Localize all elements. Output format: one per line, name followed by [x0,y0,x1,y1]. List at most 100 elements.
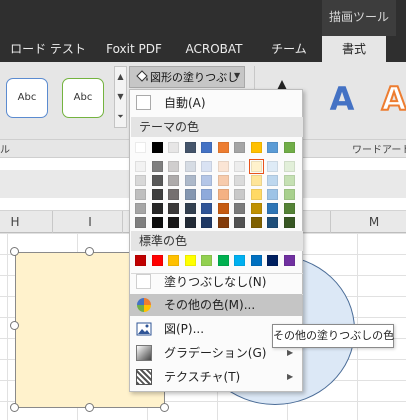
theme-shade-swatch[interactable] [218,217,229,228]
theme-shade-swatch[interactable] [284,203,295,214]
shape-fill-button[interactable]: 図形の塗りつぶし ▼ [129,66,245,88]
theme-shade-swatch[interactable] [168,161,179,172]
tab-acrobat[interactable]: ACROBAT [178,36,250,62]
theme-shade-swatch[interactable] [234,161,245,172]
theme-shade-swatch[interactable] [135,175,146,186]
theme-color-swatch[interactable] [201,142,212,153]
column-header[interactable]: M [344,211,404,233]
resize-handle[interactable] [85,403,94,412]
theme-shade-swatch[interactable] [267,175,278,186]
resize-handle[interactable] [160,403,169,412]
theme-shade-swatch[interactable] [185,203,196,214]
theme-shade-swatch[interactable] [284,161,295,172]
theme-shade-swatch[interactable] [201,217,212,228]
theme-shade-swatch[interactable] [201,161,212,172]
wordart-style-blue[interactable]: A [322,74,362,124]
standard-color-swatch[interactable] [168,255,179,266]
theme-color-swatch[interactable] [234,142,245,153]
tab-format[interactable]: 書式 [322,36,386,62]
theme-color-swatch[interactable] [218,142,229,153]
menu-item-no-fill[interactable]: 塗りつぶしなし(N) [130,271,302,293]
theme-shade-swatch[interactable] [251,175,262,186]
theme-shade-swatch[interactable] [284,189,295,200]
theme-shade-swatch[interactable] [152,189,163,200]
tab-load-test[interactable]: ロード テスト [8,36,88,62]
theme-shade-swatch[interactable] [234,203,245,214]
theme-shade-swatch[interactable] [152,217,163,228]
theme-shade-swatch[interactable] [218,175,229,186]
theme-shade-swatch[interactable] [185,217,196,228]
theme-shade-swatch[interactable] [284,217,295,228]
theme-shade-swatch[interactable] [234,189,245,200]
theme-shade-swatch[interactable] [185,175,196,186]
standard-color-swatch[interactable] [135,255,146,266]
gallery-more-icon[interactable]: ⏷ [115,107,126,127]
theme-shade-swatch[interactable] [249,159,264,174]
theme-color-swatch[interactable] [135,142,146,153]
column-divider[interactable] [330,211,331,233]
theme-shade-swatch[interactable] [135,161,146,172]
theme-shade-swatch[interactable] [152,175,163,186]
theme-color-swatch[interactable] [168,142,179,153]
theme-color-swatch[interactable] [284,142,295,153]
theme-shade-swatch[interactable] [135,217,146,228]
wordart-style-orange[interactable]: A [374,74,406,124]
column-divider[interactable] [52,211,53,233]
theme-shade-swatch[interactable] [135,203,146,214]
theme-shade-swatch[interactable] [218,203,229,214]
theme-shade-swatch[interactable] [135,189,146,200]
resize-handle[interactable] [10,247,19,256]
column-header[interactable]: H [0,211,30,233]
shape-style-swatch[interactable]: Abc [6,78,48,118]
shape-style-swatch[interactable]: Abc [62,78,104,118]
standard-color-swatch[interactable] [234,255,245,266]
theme-shade-swatch[interactable] [251,203,262,214]
standard-color-swatch[interactable] [201,255,212,266]
standard-color-swatch[interactable] [152,255,163,266]
theme-shade-swatch[interactable] [185,189,196,200]
theme-color-swatch[interactable] [251,142,262,153]
tab-foxit-pdf[interactable]: Foxit PDF [98,36,170,62]
standard-color-swatch[interactable] [267,255,278,266]
column-header[interactable]: I [60,211,120,233]
theme-shade-swatch[interactable] [168,203,179,214]
theme-shade-swatch[interactable] [201,203,212,214]
theme-shade-swatch[interactable] [152,203,163,214]
theme-shade-swatch[interactable] [267,203,278,214]
resize-handle[interactable] [85,247,94,256]
theme-shade-swatch[interactable] [267,189,278,200]
theme-shade-swatch[interactable] [267,217,278,228]
theme-color-swatch[interactable] [185,142,196,153]
menu-item-automatic[interactable]: 自動(A) [130,92,302,114]
theme-shade-swatch[interactable] [234,217,245,228]
theme-shade-swatch[interactable] [251,189,262,200]
theme-color-swatch[interactable] [152,142,163,153]
style-gallery-scroll[interactable]: ▲ ▼ ⏷ [114,66,127,128]
theme-shade-swatch[interactable] [267,161,278,172]
resize-handle[interactable] [10,321,19,330]
tab-team[interactable]: チーム [262,36,316,62]
theme-color-swatch[interactable] [267,142,278,153]
theme-shade-swatch[interactable] [234,175,245,186]
standard-color-swatch[interactable] [218,255,229,266]
menu-item-texture[interactable]: テクスチャ(T) ▶ [130,366,302,388]
theme-shade-swatch[interactable] [168,217,179,228]
theme-shade-swatch[interactable] [218,161,229,172]
theme-shade-swatch[interactable] [284,175,295,186]
standard-color-swatch[interactable] [185,255,196,266]
standard-color-swatch[interactable] [284,255,295,266]
theme-shade-swatch[interactable] [201,175,212,186]
standard-color-swatch[interactable] [251,255,262,266]
column-divider[interactable] [122,211,123,233]
theme-shade-swatch[interactable] [201,189,212,200]
scroll-up-icon[interactable]: ▲ [115,67,126,87]
scroll-down-icon[interactable]: ▼ [115,87,126,107]
resize-handle[interactable] [10,403,19,412]
theme-shade-swatch[interactable] [251,217,262,228]
menu-item-more-colors[interactable]: その他の色(M)... [130,294,302,316]
theme-shade-swatch[interactable] [168,189,179,200]
theme-shade-swatch[interactable] [152,161,163,172]
theme-shade-swatch[interactable] [218,189,229,200]
theme-shade-swatch[interactable] [185,161,196,172]
theme-shade-swatch[interactable] [168,175,179,186]
